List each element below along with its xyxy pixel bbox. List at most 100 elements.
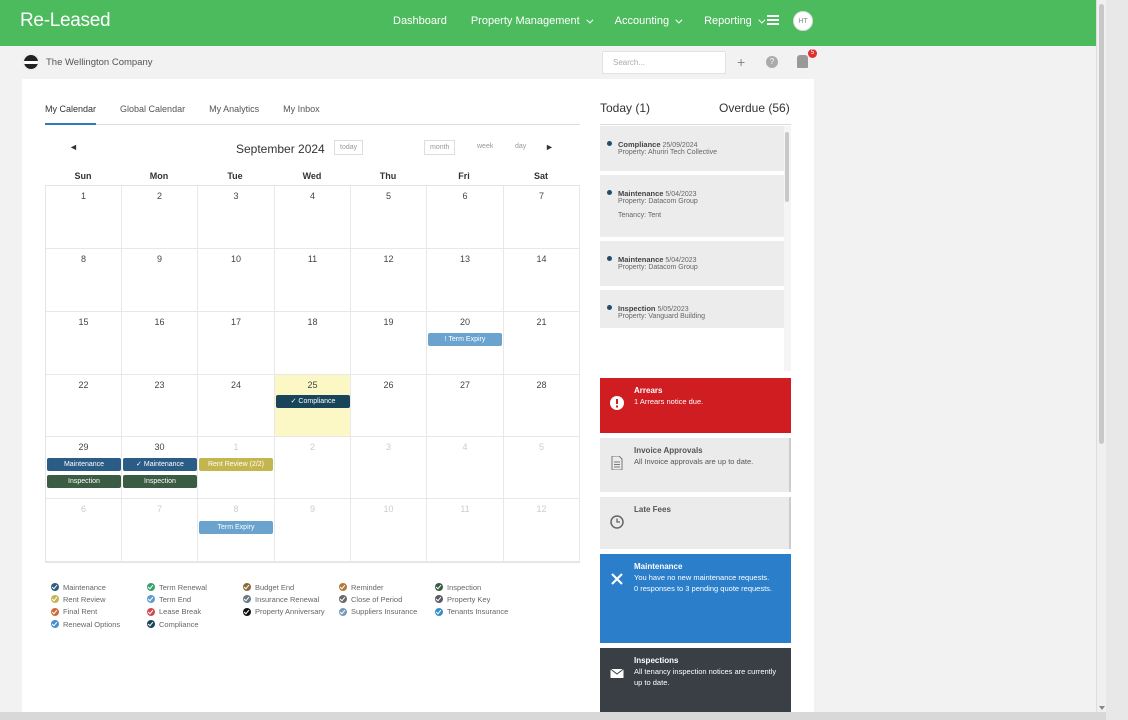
legend-item[interactable]: Compliance <box>147 618 207 630</box>
calendar-day-cell[interactable]: 8 <box>46 249 122 312</box>
today-count[interactable]: Today (1) <box>600 101 650 115</box>
calendar-day-cell[interactable]: 14 <box>504 249 580 312</box>
tab-my-inbox[interactable]: My Inbox <box>283 101 320 125</box>
calendar-day-cell[interactable]: 26 <box>351 375 427 437</box>
maintenance-card[interactable]: Maintenance You have no new maintenance … <box>600 554 791 643</box>
calendar-day-cell[interactable]: 2 <box>275 437 351 499</box>
event-maintenance[interactable]: Maintenance <box>47 458 121 471</box>
day-number: 3 <box>385 442 391 452</box>
event-compliance[interactable]: ✓ Compliance <box>276 395 350 408</box>
event-term-expiry[interactable]: ! Term Expiry <box>428 333 502 346</box>
legend-item[interactable]: Rent Review <box>51 593 120 605</box>
calendar-day-cell[interactable]: 13 <box>427 249 504 312</box>
task-item[interactable]: Inspection 5/05/2023 Property: Vanguard … <box>600 290 790 328</box>
today-button[interactable]: today <box>334 140 364 155</box>
calendar-day-cell[interactable]: 28 <box>504 375 580 437</box>
late-fees-card[interactable]: Late Fees <box>600 497 791 549</box>
event-term-expiry[interactable]: Term Expiry <box>199 521 273 534</box>
calendar-day-cell[interactable]: 18 <box>275 312 351 375</box>
calendar-day-cell[interactable]: 5 <box>351 186 427 249</box>
tab-my-calendar[interactable]: My Calendar <box>45 101 97 125</box>
brand-logo[interactable]: Re-Leased <box>20 10 111 32</box>
inspections-card[interactable]: Inspections All tenancy inspection notic… <box>600 648 791 712</box>
nav-reporting[interactable]: Reporting <box>704 15 766 27</box>
legend-item[interactable]: Suppliers Insurance <box>339 606 417 618</box>
calendar-day-cell[interactable]: 16 <box>122 312 198 375</box>
calendar-day-cell[interactable]: 5 <box>504 437 580 499</box>
nav-accounting[interactable]: Accounting <box>615 15 683 27</box>
legend-item[interactable]: Property Anniversary <box>243 606 325 618</box>
calendar-day-cell[interactable]: 12 <box>504 499 580 562</box>
legend-item[interactable]: Term Renewal <box>147 581 207 593</box>
calendar-day-cell[interactable]: 6 <box>46 499 122 562</box>
task-item[interactable]: Compliance 25/09/2024 Property: Ahuriri … <box>600 126 790 171</box>
help-icon[interactable]: ? <box>766 56 778 68</box>
calendar-day-cell[interactable]: 3 <box>351 437 427 499</box>
task-item[interactable]: Maintenance 5/04/2023 Property: Datacom … <box>600 241 790 286</box>
calendar-day-cell[interactable]: 6 <box>427 186 504 249</box>
legend-item[interactable]: Tenants Insurance <box>435 606 508 618</box>
calendar-day-cell[interactable]: 24 <box>198 375 275 437</box>
calendar-day-cell[interactable]: 2 <box>122 186 198 249</box>
prev-month-icon[interactable]: ◄ <box>69 142 78 152</box>
invoice-approvals-card[interactable]: Invoice Approvals All Invoice approvals … <box>600 438 791 492</box>
month-view-button[interactable]: month <box>424 140 456 155</box>
legend-item[interactable]: Close of Period <box>339 593 417 605</box>
day-view-button[interactable]: day <box>510 140 531 153</box>
calendar-day-cell[interactable]: 1 <box>46 186 122 249</box>
event-maintenance[interactable]: ✓ Maintenance <box>123 458 197 471</box>
event-inspection[interactable]: Inspection <box>123 475 197 488</box>
avatar[interactable]: HT <box>793 11 813 31</box>
calendar-day-cell[interactable]: 4 <box>427 437 504 499</box>
notification-icon[interactable] <box>797 55 808 68</box>
tab-my-analytics[interactable]: My Analytics <box>209 101 259 125</box>
plus-icon[interactable]: + <box>737 54 745 70</box>
calendar-day-cell[interactable]: 10 <box>198 249 275 312</box>
legend-item[interactable]: Maintenance <box>51 581 120 593</box>
page-scrollbar[interactable] <box>1096 0 1106 712</box>
calendar-day-cell[interactable]: 7 <box>504 186 580 249</box>
legend-item[interactable]: Budget End <box>243 581 325 593</box>
search-input[interactable]: Search... <box>602 51 726 74</box>
week-view-button[interactable]: week <box>472 140 498 153</box>
legend-item[interactable]: Insurance Renewal <box>243 593 325 605</box>
calendar-day-cell[interactable]: 11 <box>427 499 504 562</box>
calendar-day-cell[interactable]: 17 <box>198 312 275 375</box>
calendar-day-cell[interactable]: 27 <box>427 375 504 437</box>
overdue-count[interactable]: Overdue (56) <box>719 101 790 115</box>
legend-item[interactable]: Inspection <box>435 581 508 593</box>
hamburger-menu-icon[interactable] <box>767 15 779 25</box>
calendar-day-cell[interactable]: 4 <box>275 186 351 249</box>
calendar-day-cell[interactable]: 15 <box>46 312 122 375</box>
calendar-day-cell[interactable]: 21 <box>504 312 580 375</box>
arrears-card[interactable]: Arrears 1 Arrears notice due. <box>600 378 791 433</box>
calendar-day-cell[interactable]: 9 <box>275 499 351 562</box>
legend-item[interactable]: Renewal Options <box>51 618 120 630</box>
legend-item[interactable]: Property Key <box>435 593 508 605</box>
check-circle-icon <box>339 607 347 616</box>
calendar-day-cell[interactable]: 19 <box>351 312 427 375</box>
calendar-day-cell[interactable]: 3 <box>198 186 275 249</box>
legend-label: Close of Period <box>351 594 403 604</box>
calendar-day-cell[interactable]: 10 <box>351 499 427 562</box>
calendar-day-cell[interactable]: 23 <box>122 375 198 437</box>
calendar-day-cell[interactable]: 22 <box>46 375 122 437</box>
next-month-icon[interactable]: ► <box>545 142 554 152</box>
event-inspection[interactable]: Inspection <box>47 475 121 488</box>
calendar-day-cell[interactable]: 9 <box>122 249 198 312</box>
nav-dashboard[interactable]: Dashboard <box>393 15 447 27</box>
legend-item[interactable]: Reminder <box>339 581 417 593</box>
calendar-day-cell[interactable]: 12 <box>351 249 427 312</box>
calendar-day-cell[interactable]: 11 <box>275 249 351 312</box>
calendar-day-cell[interactable]: 7 <box>122 499 198 562</box>
legend-item[interactable]: Final Rent <box>51 606 120 618</box>
legend-item[interactable]: Lease Break <box>147 606 207 618</box>
tab-global-calendar[interactable]: Global Calendar <box>120 101 185 125</box>
task-item[interactable]: Maintenance 5/04/2023 Property: Datacom … <box>600 175 790 237</box>
company-selector[interactable]: The Wellington Company <box>22 53 153 71</box>
legend-item[interactable]: Term End <box>147 593 207 605</box>
nav-property-management[interactable]: Property Management <box>471 15 594 27</box>
legend-label: Tenants Insurance <box>447 607 509 617</box>
event-rent-review[interactable]: Rent Review (2/2) <box>199 458 273 471</box>
task-list-scrollbar[interactable] <box>784 126 791 371</box>
